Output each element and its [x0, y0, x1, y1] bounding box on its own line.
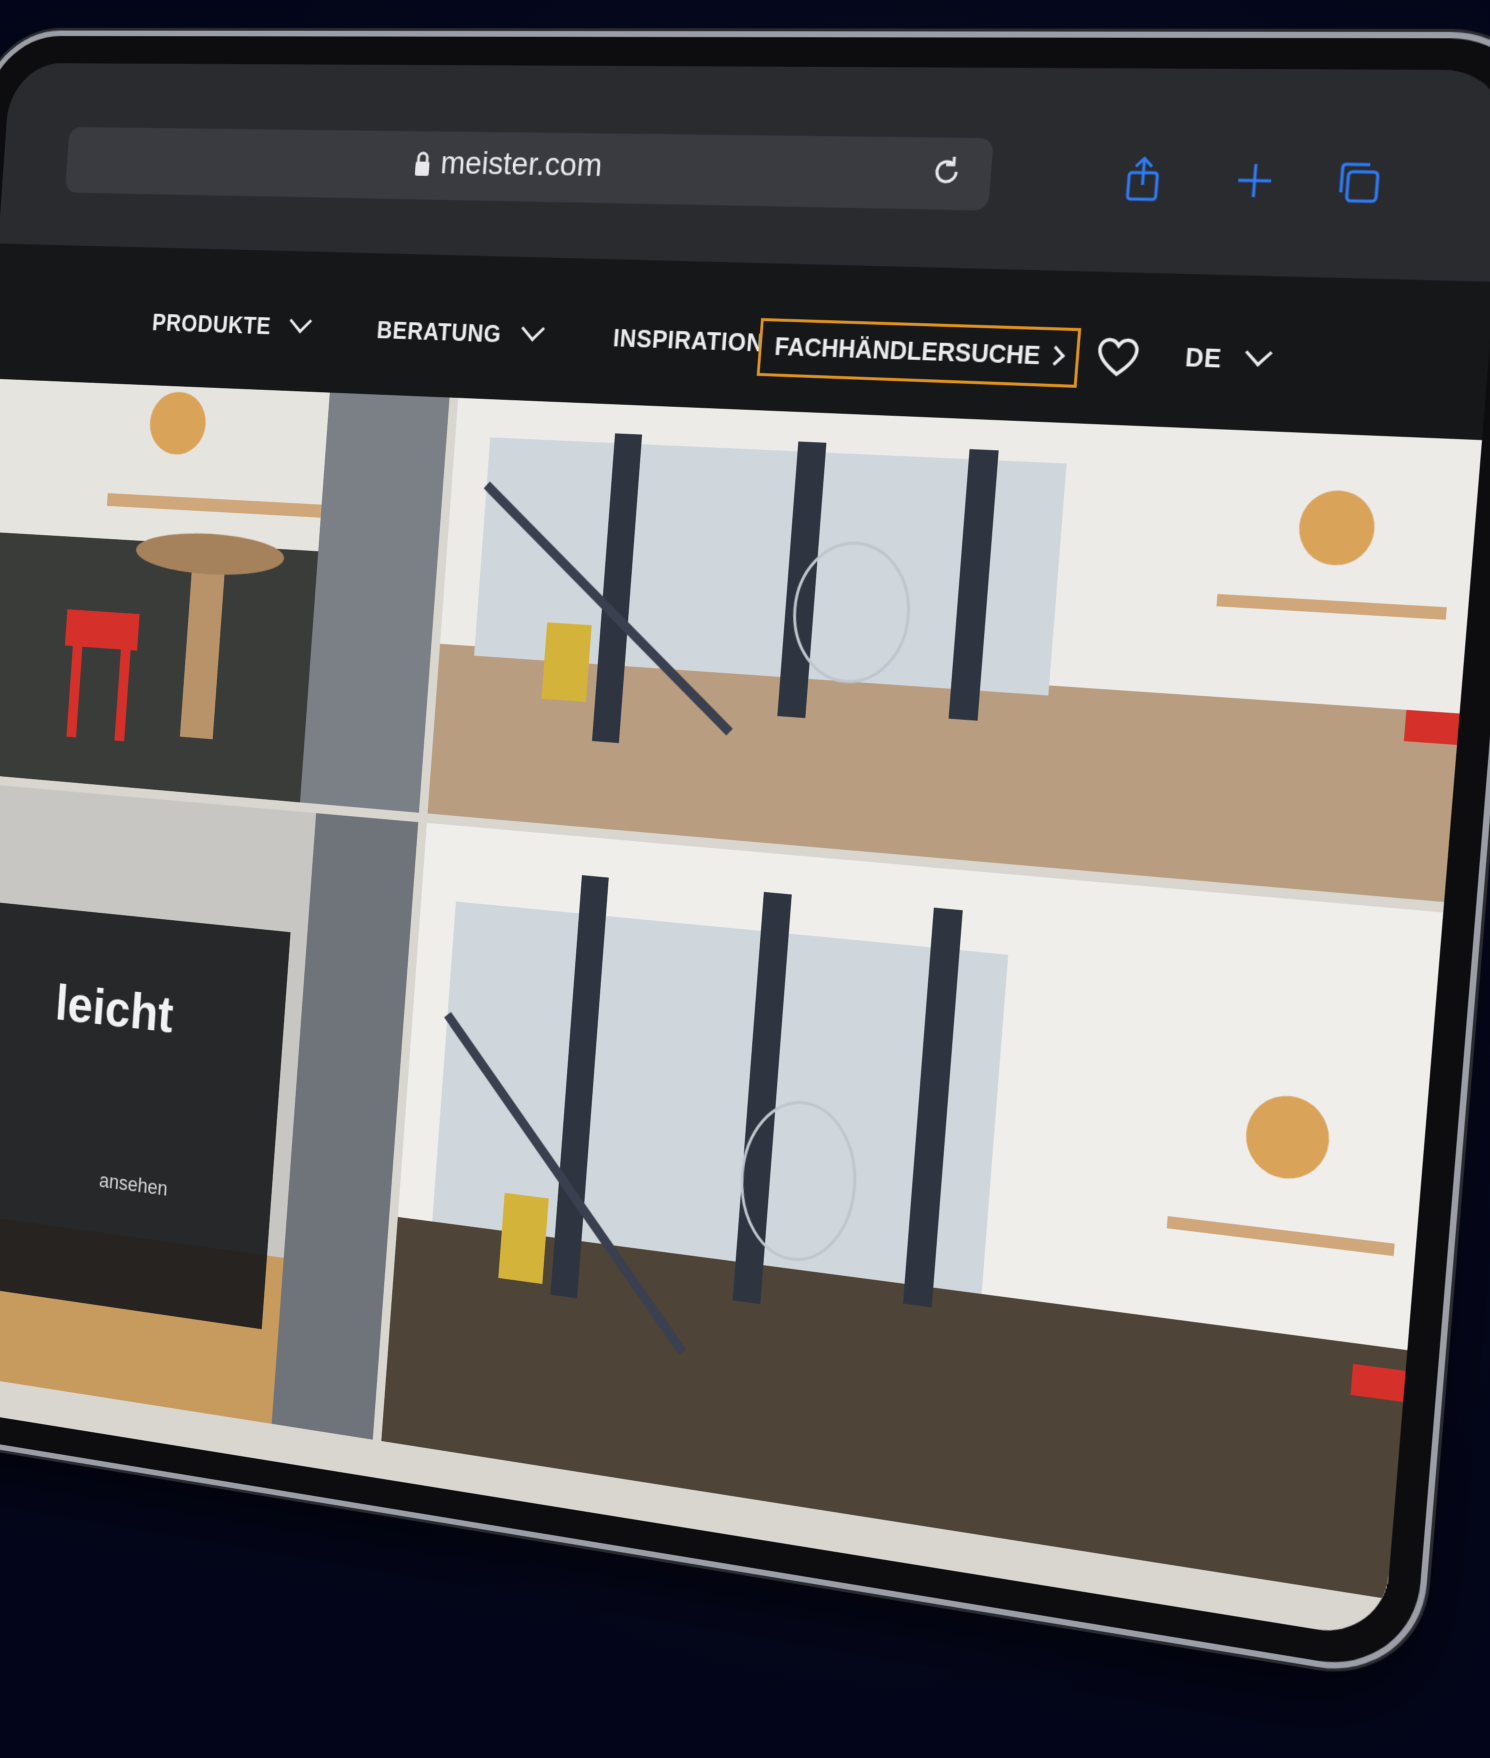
tabs-overview-icon[interactable]	[1331, 157, 1385, 208]
hero-link[interactable]: ansehen	[98, 1169, 168, 1202]
room-image-top-left	[0, 379, 450, 813]
nav-advice-label: BERATUNG	[376, 317, 502, 348]
nav-advice[interactable]: BERATUNG	[376, 317, 542, 350]
hero-title: leicht	[54, 972, 176, 1044]
heart-icon[interactable]	[1093, 335, 1142, 379]
language-selector[interactable]: DE	[1184, 344, 1269, 377]
tablet-screen: meister.com PRODUKTE BERATUNG INSPIRATIO…	[0, 63, 1490, 1640]
room-image-bottom-right	[381, 823, 1486, 1606]
lock-icon	[414, 150, 431, 177]
dealer-search-label: FACHHÄNDLERSUCHE	[774, 333, 1042, 370]
image-grid: leicht ansehen	[0, 379, 1482, 1641]
chevron-right-icon	[1045, 346, 1065, 366]
address-bar[interactable]: meister.com	[65, 127, 994, 210]
reload-icon[interactable]	[926, 151, 968, 192]
address-url: meister.com	[439, 145, 603, 185]
tablet-device: meister.com PRODUKTE BERATUNG INSPIRATIO…	[0, 36, 1490, 1676]
nav-inspiration[interactable]: INSPIRATION	[612, 325, 765, 358]
new-tab-icon[interactable]	[1228, 155, 1281, 205]
nav-products-label: PRODUKTE	[151, 310, 271, 340]
hero-card: leicht ansehen	[0, 898, 291, 1329]
nav-inspiration-label: INSPIRATION	[612, 325, 764, 357]
backdrop: meister.com PRODUKTE BERATUNG INSPIRATIO…	[0, 0, 1490, 1758]
room-image-top-right	[428, 398, 1490, 906]
nav-products[interactable]: PRODUKTE	[151, 310, 309, 342]
dealer-search-button[interactable]: FACHHÄNDLERSUCHE	[757, 318, 1081, 388]
language-label: DE	[1184, 344, 1223, 374]
share-icon[interactable]	[1117, 154, 1169, 204]
